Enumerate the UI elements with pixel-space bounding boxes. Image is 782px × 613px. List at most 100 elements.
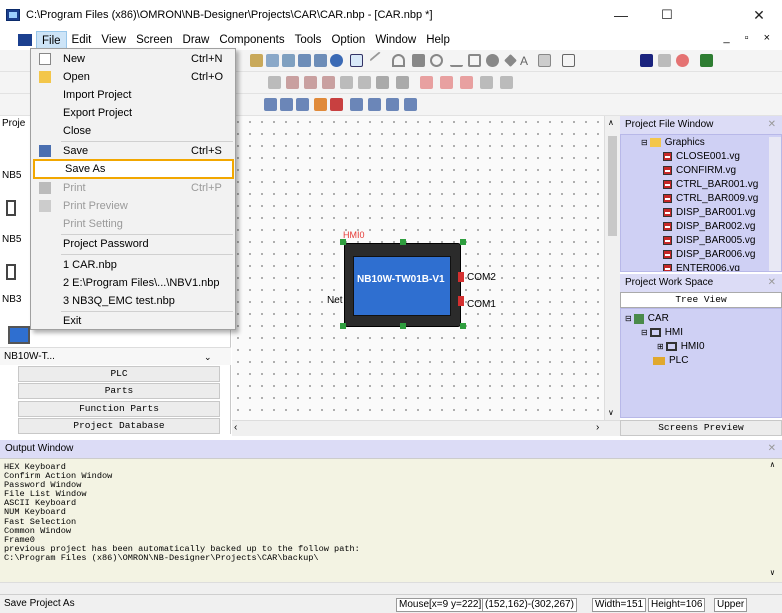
same-width-icon[interactable]	[376, 76, 389, 89]
palette-icon[interactable]	[676, 54, 689, 67]
tree-node-hmi[interactable]: ⊟ HMI	[641, 327, 683, 338]
close-icon[interactable]: ✕	[768, 116, 776, 134]
design-canvas[interactable]: HMI0 Net NB10W-TW01B-V1 COM2 COM1	[232, 116, 604, 420]
resize-handle[interactable]	[460, 323, 466, 329]
diamond-tool-icon[interactable]	[504, 54, 517, 67]
parts-button[interactable]: Parts	[18, 383, 220, 399]
menu-item-save[interactable]: Save Ctrl+S	[31, 142, 235, 160]
frame-tool-icon[interactable]	[562, 54, 575, 67]
menu-item-new[interactable]: New Ctrl+N	[31, 50, 235, 68]
menu-components[interactable]: Components	[214, 31, 289, 49]
menu-option[interactable]: Option	[326, 31, 370, 49]
rotate-icon[interactable]	[460, 76, 473, 89]
minimize-button[interactable]: —	[598, 0, 644, 30]
distribute-v-icon[interactable]	[440, 76, 453, 89]
mdi-window-controls[interactable]: _ ▫ ×	[723, 32, 776, 44]
com1-port[interactable]	[458, 296, 464, 306]
download-icon[interactable]	[330, 98, 343, 111]
collapse-icon[interactable]: ⊟	[641, 328, 648, 337]
menu-tools[interactable]: Tools	[290, 31, 327, 49]
compile-icon[interactable]	[314, 98, 327, 111]
project-database-button[interactable]: Project Database	[18, 418, 220, 434]
menu-item-close[interactable]: Close	[31, 122, 235, 140]
line-tool-icon[interactable]	[369, 51, 388, 70]
close-button[interactable]: ✕	[736, 0, 782, 30]
resize-handle[interactable]	[400, 239, 406, 245]
transfer-icon[interactable]	[404, 98, 417, 111]
ellipse-tool-icon[interactable]	[486, 54, 499, 67]
file-item[interactable]: CLOSE001.vg	[663, 151, 740, 162]
upload-icon[interactable]	[386, 98, 399, 111]
ungroup-icon[interactable]	[314, 54, 327, 67]
canvas-vertical-scrollbar[interactable]: ∧ ∨	[604, 116, 620, 420]
layer-icon[interactable]	[282, 54, 295, 67]
hmi-device[interactable]: NB10W-TW01B-V1	[344, 243, 461, 327]
scroll-up-icon[interactable]: ∧	[770, 461, 775, 470]
scroll-down-icon[interactable]: ⌄	[204, 348, 212, 366]
align-top-icon[interactable]	[322, 76, 335, 89]
image-tool-icon[interactable]	[538, 54, 551, 67]
align-right-icon[interactable]	[304, 76, 317, 89]
file-item[interactable]: DISP_BAR006.vg	[663, 249, 756, 260]
group-icon[interactable]	[298, 54, 311, 67]
same-height-icon[interactable]	[396, 76, 409, 89]
menu-item-save-as[interactable]: Save As	[33, 159, 234, 179]
file-item[interactable]: DISP_BAR002.vg	[663, 221, 756, 232]
file-item[interactable]: DISP_BAR001.vg	[663, 207, 756, 218]
align-bottom-icon[interactable]	[358, 76, 371, 89]
tree-node-hmi0[interactable]: ⊞ HMI0	[657, 341, 705, 352]
selected-model[interactable]: NB10W-T... ⌄	[0, 347, 231, 365]
next-screen-icon[interactable]	[296, 98, 309, 111]
align-middle-icon[interactable]	[340, 76, 353, 89]
close-icon[interactable]: ✕	[768, 274, 776, 292]
menu-item-project-password[interactable]: Project Password	[31, 235, 235, 253]
copy-icon[interactable]	[266, 54, 279, 67]
menu-item-print-setting[interactable]: Print Setting	[31, 215, 235, 233]
collapse-icon[interactable]: ⊟	[625, 314, 632, 323]
resize-handle[interactable]	[400, 323, 406, 329]
menu-view[interactable]: View	[96, 31, 131, 49]
menu-edit[interactable]: Edit	[67, 31, 97, 49]
plc-button[interactable]: PLC	[18, 366, 220, 382]
resize-handle[interactable]	[460, 239, 466, 245]
function-parts-button[interactable]: Function Parts	[18, 401, 220, 417]
menu-screen[interactable]: Screen	[131, 31, 177, 49]
menu-item-open[interactable]: Open Ctrl+O	[31, 68, 235, 86]
output-horizontal-scrollbar[interactable]	[0, 582, 782, 594]
menu-help[interactable]: Help	[421, 31, 455, 49]
maximize-button[interactable]: ☐	[644, 0, 690, 30]
flip-icon[interactable]	[480, 76, 493, 89]
first-screen-icon[interactable]	[264, 98, 277, 111]
file-item[interactable]: CTRL_BAR001.vg	[663, 179, 758, 190]
online-sim-icon[interactable]	[368, 98, 381, 111]
menu-draw[interactable]: Draw	[178, 31, 215, 49]
tree-node-plc[interactable]: PLC	[653, 355, 688, 366]
close-icon[interactable]: ✕	[768, 440, 776, 458]
hmi-model-icon[interactable]	[6, 200, 16, 216]
menu-item-exit[interactable]: Exit	[31, 312, 235, 330]
graphics-folder[interactable]: ⊟ Graphics	[641, 137, 705, 148]
file-item[interactable]: CTRL_BAR009.vg	[663, 193, 758, 204]
lock-icon[interactable]	[500, 76, 513, 89]
menu-window[interactable]: Window	[370, 31, 421, 49]
rectangle-tool-icon[interactable]	[412, 54, 425, 67]
file-item[interactable]: CONFIRM.vg	[663, 165, 736, 176]
resize-handle[interactable]	[340, 239, 346, 245]
scroll-thumb[interactable]	[608, 136, 617, 236]
tree-view-tab[interactable]: Tree View	[620, 292, 782, 308]
text-tool-icon[interactable]: A	[520, 54, 533, 68]
scroll-right-icon[interactable]: ›	[596, 422, 599, 433]
file-tree-scrollbar[interactable]	[769, 137, 781, 271]
tree-node-car[interactable]: ⊟ CAR	[625, 313, 669, 324]
align-left-icon[interactable]	[268, 76, 281, 89]
file-item[interactable]: DISP_BAR005.vg	[663, 235, 756, 246]
circle-tool-icon[interactable]	[430, 54, 443, 67]
expand-icon[interactable]: ⊞	[657, 342, 664, 351]
resize-handle[interactable]	[340, 323, 346, 329]
prev-screen-icon[interactable]	[280, 98, 293, 111]
menu-item-export-project[interactable]: Export Project	[31, 104, 235, 122]
scroll-left-icon[interactable]: ‹	[234, 422, 237, 433]
arc-tool-icon[interactable]	[392, 54, 405, 67]
paste-icon[interactable]	[250, 54, 263, 67]
fill-color-icon[interactable]	[640, 54, 653, 67]
